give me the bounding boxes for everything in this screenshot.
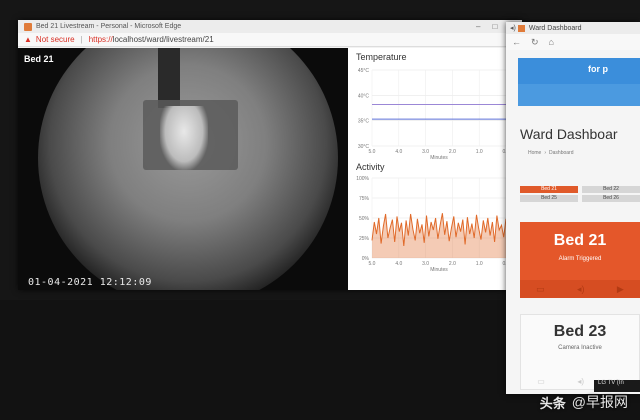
dashboard-app-icon bbox=[517, 24, 525, 32]
dashboard-heading: Ward Dashboar bbox=[520, 126, 618, 142]
temperature-chart-title: Temperature bbox=[356, 52, 407, 62]
edge-app-icon bbox=[24, 22, 32, 31]
x-tick-label: 5.0 bbox=[369, 261, 376, 267]
dashboard-banner-lower bbox=[518, 84, 640, 106]
vitals-panel: Temperature 45°C 40°C 35°C 30°C 5.0 4.0 3.0 2.0… bbox=[348, 48, 522, 290]
x-tick-label: 1.0 bbox=[476, 261, 483, 267]
breadcrumb: Home › Dashboard bbox=[528, 150, 573, 156]
speaker-icon[interactable]: ◂) bbox=[577, 377, 584, 386]
url-path[interactable]: localhost/ward/livestream/21 bbox=[113, 35, 214, 44]
play-icon[interactable]: ▶ bbox=[617, 284, 624, 295]
bed-grid-row: Bed 25 Bed 26 bbox=[520, 195, 640, 202]
address-separator: | bbox=[80, 35, 83, 44]
y-tick-label: 40°C bbox=[358, 93, 370, 99]
x-tick-label: 2.0 bbox=[449, 149, 456, 155]
minimize-icon[interactable]: – bbox=[476, 22, 480, 31]
refresh-icon[interactable]: ↻ bbox=[531, 37, 539, 48]
alarm-bed-card[interactable]: Bed 21 Alarm Triggered ▭ ◂) ▶ bbox=[520, 222, 640, 298]
inactive-card-status: Camera Inactive bbox=[558, 345, 602, 351]
bed-grid-cell[interactable]: Bed 22 bbox=[582, 186, 640, 193]
dashboard-nav: ← ↻ ⌂ bbox=[506, 34, 640, 50]
feed-bed-label: Bed 21 bbox=[24, 54, 54, 64]
security-label[interactable]: Not secure bbox=[36, 35, 75, 44]
y-tick-label: 100% bbox=[356, 176, 369, 182]
watermark-text: @早报网 bbox=[571, 394, 628, 410]
livestream-page: Bed 21 01-04-2021 12:12:09 Temperature 4… bbox=[18, 48, 522, 290]
alarm-card-bed: Bed 21 bbox=[553, 232, 607, 249]
feed-timestamp: 01-04-2021 12:12:09 bbox=[28, 277, 152, 288]
window-titlebar: Bed 21 Livestream - Personal - Microsoft… bbox=[18, 20, 522, 33]
x-axis-label: Minutes bbox=[430, 155, 448, 160]
home-icon[interactable]: ⌂ bbox=[549, 37, 554, 47]
bed-grid-cell[interactable]: Bed 26 bbox=[582, 195, 640, 202]
watermark-logo: 头条 bbox=[539, 395, 566, 411]
bed-grid-cell[interactable]: Bed 25 bbox=[520, 195, 578, 202]
breadcrumb-home[interactable]: Home bbox=[528, 150, 541, 156]
maximize-icon[interactable]: □ bbox=[492, 22, 497, 31]
feed-image-patient bbox=[160, 106, 208, 170]
livestream-browser-window: Bed 21 Livestream - Personal - Microsoft… bbox=[18, 20, 522, 290]
bed-grid-row: Bed 21 Bed 22 bbox=[520, 186, 640, 193]
window-title: Bed 21 Livestream - Personal - Microsoft… bbox=[36, 23, 182, 30]
dashboard-tab-title[interactable]: Ward Dashboard bbox=[529, 25, 582, 32]
bed-grid-cell[interactable]: Bed 21 bbox=[520, 186, 578, 193]
bed-grid: Bed 21 Bed 22 Bed 25 Bed 26 bbox=[520, 186, 640, 204]
breadcrumb-separator: › bbox=[544, 150, 547, 156]
back-icon[interactable]: ← bbox=[512, 37, 521, 47]
inactive-card-bed: Bed 23 bbox=[553, 323, 607, 340]
x-axis-label: Minutes bbox=[430, 267, 448, 273]
x-tick-label: 3.0 bbox=[422, 261, 429, 267]
x-tick-label: 4.0 bbox=[395, 261, 402, 267]
camera-icon[interactable]: ▭ bbox=[537, 377, 545, 386]
y-tick-label: 45°C bbox=[358, 68, 370, 74]
y-tick-label: 75% bbox=[359, 196, 370, 202]
x-tick-label: 4.0 bbox=[395, 149, 402, 155]
x-tick-label: 3.0 bbox=[422, 149, 429, 155]
y-tick-label: 25% bbox=[359, 236, 370, 242]
taskbar-item[interactable]: LG TV (In bbox=[594, 380, 640, 392]
dashboard-browser-window: ◂) Ward Dashboard ← ↻ ⌂ for p Ward Dashb… bbox=[506, 22, 640, 394]
temperature-chart: 45°C40°C35°C30°C5.04.03.02.01.00.0Minute… bbox=[358, 68, 510, 160]
feed-image-pole bbox=[158, 48, 180, 108]
activity-chart: 100%75%50%25%0%5.04.03.02.01.00.0Minutes bbox=[356, 176, 509, 273]
alarm-card-controls: ▭ ◂) ▶ bbox=[520, 280, 640, 298]
watermark: 头条 @早报网 bbox=[540, 392, 628, 412]
speaker-icon[interactable]: ◂) bbox=[577, 284, 585, 295]
inactive-bed-card[interactable]: Bed 23 Camera Inactive ▭ ◂) ▶ bbox=[520, 314, 640, 390]
activity-chart-title: Activity bbox=[356, 162, 385, 172]
camera-icon[interactable]: ▭ bbox=[536, 284, 545, 295]
camera-feed: Bed 21 01-04-2021 12:12:09 bbox=[18, 48, 348, 290]
address-bar[interactable]: ▲ Not secure | https:// localhost/ward/l… bbox=[18, 33, 522, 47]
url-protocol[interactable]: https:// bbox=[89, 35, 113, 44]
y-tick-label: 50% bbox=[359, 216, 370, 222]
audio-icon: ◂) bbox=[510, 25, 516, 32]
x-tick-label: 2.0 bbox=[449, 261, 456, 267]
dashboard-titlebar: ◂) Ward Dashboard bbox=[506, 22, 640, 34]
x-tick-label: 5.0 bbox=[369, 149, 376, 155]
breadcrumb-dashboard[interactable]: Dashboard bbox=[549, 150, 573, 156]
alarm-card-status: Alarm Triggered bbox=[558, 256, 602, 262]
warning-icon[interactable]: ▲ bbox=[24, 35, 32, 44]
y-tick-label: 35°C bbox=[358, 119, 370, 125]
x-tick-label: 1.0 bbox=[476, 149, 483, 155]
